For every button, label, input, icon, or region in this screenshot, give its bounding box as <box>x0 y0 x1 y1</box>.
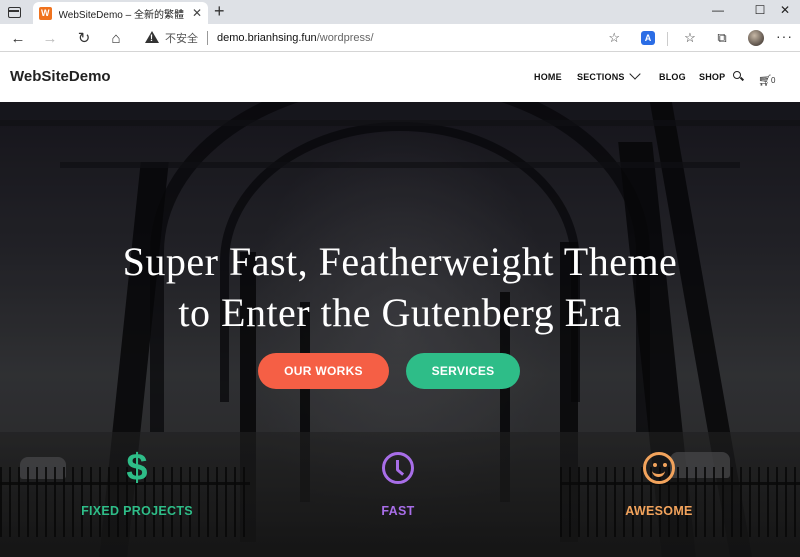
close-window-button[interactable]: ✕ <box>770 0 800 20</box>
tab-title: WebSiteDemo – 全新的繁體中文 <box>58 9 184 21</box>
site-logo[interactable]: WebSiteDemo <box>10 68 111 85</box>
feature-fixed-projects: $ FIXED PROJECTS <box>37 447 237 518</box>
nav-blog[interactable]: BLOG <box>659 72 686 82</box>
new-tab-icon[interactable]: + <box>214 1 225 21</box>
feature-label: FIXED PROJECTS <box>81 504 193 518</box>
tab-close-icon[interactable]: ✕ <box>192 6 202 20</box>
chevron-down-icon[interactable] <box>629 68 641 80</box>
add-favorite-icon[interactable]: ☆ <box>608 30 620 46</box>
cart-count: 0 <box>771 76 776 85</box>
nav-shop[interactable]: SHOP <box>699 72 725 82</box>
hero-section: Super Fast, Featherweight Theme to Enter… <box>0 102 800 557</box>
translate-icon[interactable]: A <box>641 31 655 45</box>
refresh-icon[interactable]: ↻ <box>74 28 94 48</box>
forward-icon[interactable]: → <box>40 28 60 48</box>
nav-home[interactable]: HOME <box>534 72 562 82</box>
our-works-button[interactable]: OUR WORKS <box>258 353 389 389</box>
favorites-icon[interactable]: ☆ <box>681 29 699 47</box>
browser-toolbar: ← → ↻ ⌂ 不安全 demo.brianhsing.fun /wordpre… <box>0 24 800 52</box>
browser-tab[interactable]: W WebSiteDemo – 全新的繁體中文 ✕ <box>33 2 208 24</box>
security-label[interactable]: 不安全 <box>165 30 198 46</box>
feature-awesome: AWESOME <box>559 450 759 518</box>
site-favicon-icon: W <box>39 6 52 20</box>
minimize-button[interactable]: — <box>698 0 738 20</box>
url-path[interactable]: /wordpress/ <box>317 32 374 44</box>
feature-label: AWESOME <box>625 504 693 518</box>
feature-fast: FAST <box>298 450 498 518</box>
hero-title-line-1: Super Fast, Featherweight Theme <box>122 239 678 284</box>
profile-avatar[interactable] <box>748 30 764 46</box>
more-options-icon[interactable]: ··· <box>776 28 793 44</box>
address-divider <box>207 31 208 45</box>
collections-icon[interactable]: ⧉ <box>713 29 731 47</box>
toolbar-divider <box>667 32 668 46</box>
hero-title-line-2: to Enter the Gutenberg Era <box>178 290 622 335</box>
nav-sections[interactable]: SECTIONS <box>577 72 625 82</box>
services-button[interactable]: SERVICES <box>406 353 520 389</box>
browser-tabstrip: W WebSiteDemo – 全新的繁體中文 ✕ + — ☐ ✕ <box>0 0 800 24</box>
back-icon[interactable]: ← <box>8 28 28 48</box>
clock-icon <box>380 450 416 486</box>
cart-icon[interactable]: 🛒︎ <box>758 74 772 87</box>
search-icon[interactable] <box>733 71 743 81</box>
not-secure-icon[interactable] <box>145 31 159 45</box>
site-header: WebSiteDemo HOME SECTIONS BLOG SHOP 🛒︎ 0 <box>0 53 800 102</box>
url-host[interactable]: demo.brianhsing.fun <box>217 32 317 44</box>
hero-title: Super Fast, Featherweight Theme to Enter… <box>0 236 800 338</box>
feature-label: FAST <box>381 504 415 518</box>
dollar-icon: $ <box>126 447 148 489</box>
address-bar[interactable]: 不安全 demo.brianhsing.fun /wordpress/ ☆ <box>136 27 628 49</box>
home-icon[interactable]: ⌂ <box>106 28 126 48</box>
smile-icon <box>641 450 677 486</box>
tab-actions-icon[interactable] <box>6 4 22 20</box>
